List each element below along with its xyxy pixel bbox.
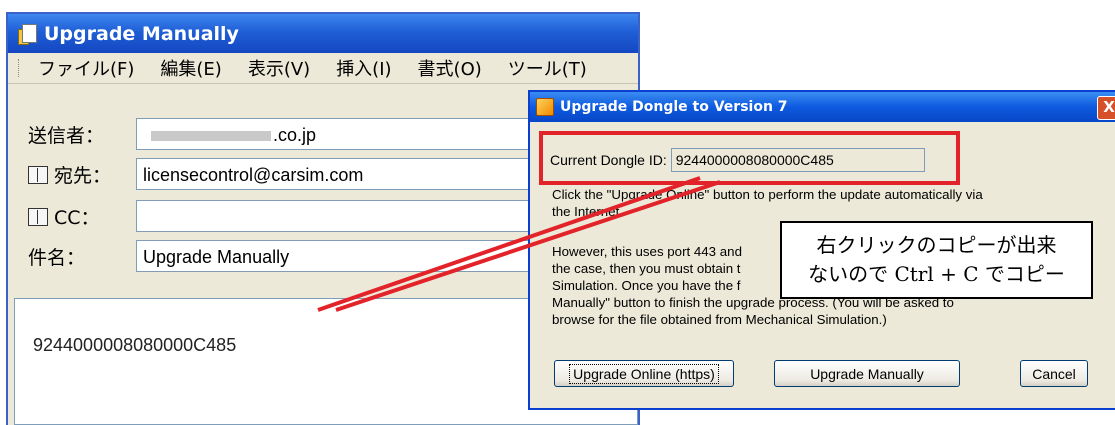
callout-line: 右クリックのコピーが出来 <box>816 233 1057 257</box>
annotation-callout: 右クリックのコピーが出来 ないので Ctrl + C でコピー <box>780 221 1093 299</box>
annotation-line <box>317 176 701 312</box>
annotation-arrows <box>317 176 721 312</box>
callout-line: ないので Ctrl + C でコピー <box>808 262 1065 286</box>
dongle-id-highlight-box <box>539 131 960 185</box>
annotation-line <box>335 180 721 312</box>
